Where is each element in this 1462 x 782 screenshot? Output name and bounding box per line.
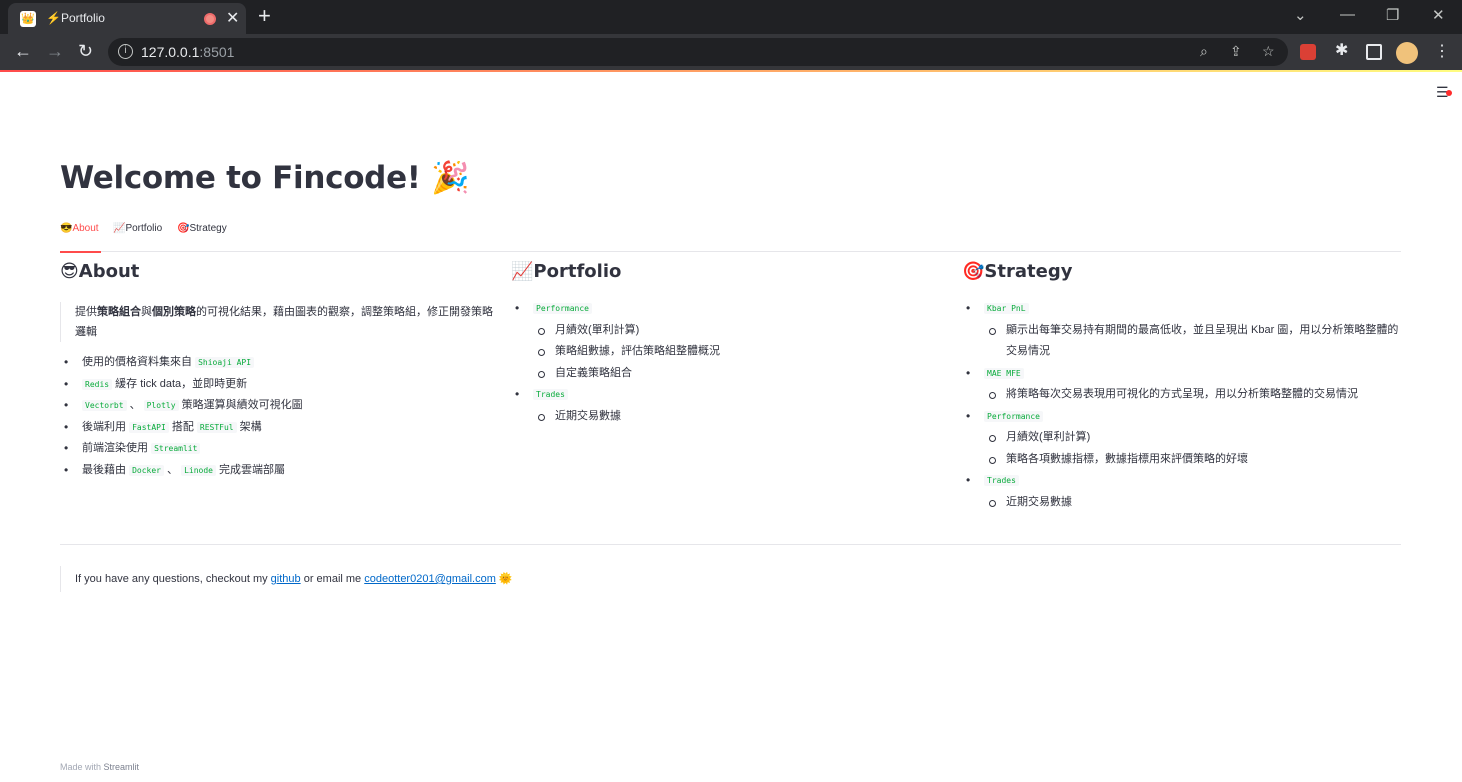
list-item: Performance 月績效(單利計算) 策略各項數據指標，數據指標用來評價策… — [962, 406, 1402, 471]
sub-list-item: 近期交易數據 — [984, 492, 1402, 514]
todoist-extension-icon[interactable] — [1300, 44, 1316, 60]
back-arrow-icon[interactable]: ← — [14, 41, 32, 62]
sub-list-item: 近期交易數據 — [533, 406, 951, 428]
side-panel-icon[interactable] — [1366, 44, 1382, 60]
strategy-column: 🎯Strategy Kbar PnL 顯示出每筆交易持有期間的最高低收，並且呈現… — [962, 258, 1402, 513]
sub-list-item: 策略組數據，評估策略組整體概況 — [533, 341, 951, 363]
strategy-heading: 🎯Strategy — [962, 261, 1073, 282]
profile-avatar[interactable] — [1396, 42, 1418, 64]
list-item: 使用的價格資料集來自 Shioaji API — [60, 352, 500, 374]
list-item: MAE MFE 將策略每次交易表現用可視化的方式呈現，用以分析策略整體的交易情況 — [962, 363, 1402, 406]
list-item: Vectorbt 、 Plotly 策略運算與績效可視化圖 — [60, 395, 500, 417]
close-window-button[interactable]: ✕ — [1432, 6, 1445, 24]
tab-about[interactable]: 😎About — [60, 223, 99, 234]
sub-list-item: 自定義策略組合 — [533, 363, 951, 385]
browser-tab[interactable]: 👑 ⚡Portfolio ✕ — [8, 3, 246, 34]
email-link[interactable]: codeotter0201@gmail.com — [364, 573, 496, 585]
contact-quote: If you have any questions, checkout my g… — [60, 566, 513, 592]
address-bar[interactable]: i 127.0.0.1:8501 ⌕ ⇪ ☆ — [108, 38, 1288, 66]
tab-search-icon[interactable]: ⌄ — [1294, 6, 1307, 24]
browser-tab-bar: 👑 ⚡Portfolio ✕ + ⌄ — ❐ ✕ — [0, 0, 1462, 34]
portfolio-column: 📈Portfolio Performance 月績效(單利計算) 策略組數據，評… — [511, 258, 951, 427]
list-item: 前端渲染使用 Streamlit — [60, 438, 500, 460]
strategy-list: Kbar PnL 顯示出每筆交易持有期間的最高低收，並且呈現出 Kbar 圖，用… — [962, 298, 1402, 513]
list-item: Trades 近期交易數據 — [511, 384, 951, 427]
streamlit-top-decoration — [0, 70, 1462, 72]
sub-list-item: 顯示出每筆交易持有期間的最高低收，並且呈現出 Kbar 圖，用以分析策略整體的交… — [984, 320, 1402, 363]
sub-list-item: 將策略每次交易表現用可視化的方式呈現，用以分析策略整體的交易情況 — [984, 384, 1402, 406]
active-tab-indicator — [60, 251, 101, 253]
reload-icon[interactable]: ↻ — [78, 41, 93, 62]
maximize-button[interactable]: ❐ — [1386, 6, 1399, 24]
close-tab-icon[interactable]: ✕ — [226, 8, 239, 28]
list-item: Trades 近期交易數據 — [962, 470, 1402, 513]
tab-strategy[interactable]: 🎯Strategy — [177, 223, 227, 234]
url-text[interactable]: 127.0.0.1:8501 — [141, 44, 234, 60]
zoom-icon[interactable]: ⌕ — [1200, 43, 1208, 60]
tab-list: 😎About 📈Portfolio 🎯Strategy — [60, 212, 1401, 253]
list-item: 後端利用 FastAPI 搭配 RESTFul 架構 — [60, 417, 500, 439]
kebab-menu-icon[interactable]: ⋮ — [1434, 41, 1450, 60]
list-item: 最後藉由 Docker 、 Linode 完成雲端部屬 — [60, 460, 500, 482]
tab-portfolio[interactable]: 📈Portfolio — [113, 223, 162, 234]
about-heading: 😎About — [60, 261, 140, 282]
main-content: Welcome to Fincode! 🎉 😎About 📈Portfolio … — [60, 150, 1401, 508]
about-intro-quote: 提供策略組合與個別策略的可視化結果，藉由圖表的觀察，調整策略組，修正開發策略邏輯 — [60, 302, 500, 342]
github-link[interactable]: github — [271, 573, 301, 585]
page-title: Welcome to Fincode! 🎉 — [60, 160, 470, 196]
sub-list-item: 月績效(單利計算) — [984, 427, 1402, 449]
browser-toolbar: ← → ↻ i 127.0.0.1:8501 ⌕ ⇪ ☆ ✱ ⋮ — [0, 34, 1462, 70]
horizontal-divider — [60, 544, 1401, 545]
sub-list-item: 策略各項數據指標，數據指標用來評價策略的好壞 — [984, 449, 1402, 471]
share-icon[interactable]: ⇪ — [1230, 43, 1242, 60]
list-item: Kbar PnL 顯示出每筆交易持有期間的最高低收，並且呈現出 Kbar 圖，用… — [962, 298, 1402, 363]
site-info-icon[interactable]: i — [118, 44, 133, 59]
portfolio-heading: 📈Portfolio — [511, 261, 622, 282]
bookmark-star-icon[interactable]: ☆ — [1262, 43, 1275, 60]
new-tab-button[interactable]: + — [258, 3, 271, 29]
list-item: Performance 月績效(單利計算) 策略組數據，評估策略組整體概況 自定… — [511, 298, 951, 384]
about-column: 😎About 提供策略組合與個別策略的可視化結果，藉由圖表的觀察，調整策略組，修… — [60, 258, 500, 481]
minimize-button[interactable]: — — [1340, 6, 1355, 23]
portfolio-list: Performance 月績效(單利計算) 策略組數據，評估策略組整體概況 自定… — [511, 298, 951, 427]
list-item: Redis 緩存 tick data，並即時更新 — [60, 374, 500, 396]
forward-arrow-icon[interactable]: → — [46, 41, 64, 62]
about-list: 使用的價格資料集來自 Shioaji API Redis 緩存 tick dat… — [60, 352, 500, 481]
streamlit-icon: 👑 — [20, 11, 36, 27]
tab-title: ⚡Portfolio — [46, 11, 105, 25]
extensions-puzzle-icon[interactable]: ✱ — [1335, 40, 1351, 59]
notification-dot — [1446, 90, 1452, 96]
recording-icon — [204, 13, 216, 25]
sub-list-item: 月績效(單利計算) — [533, 320, 951, 342]
made-with-streamlit[interactable]: Made with Streamlit — [60, 762, 139, 772]
